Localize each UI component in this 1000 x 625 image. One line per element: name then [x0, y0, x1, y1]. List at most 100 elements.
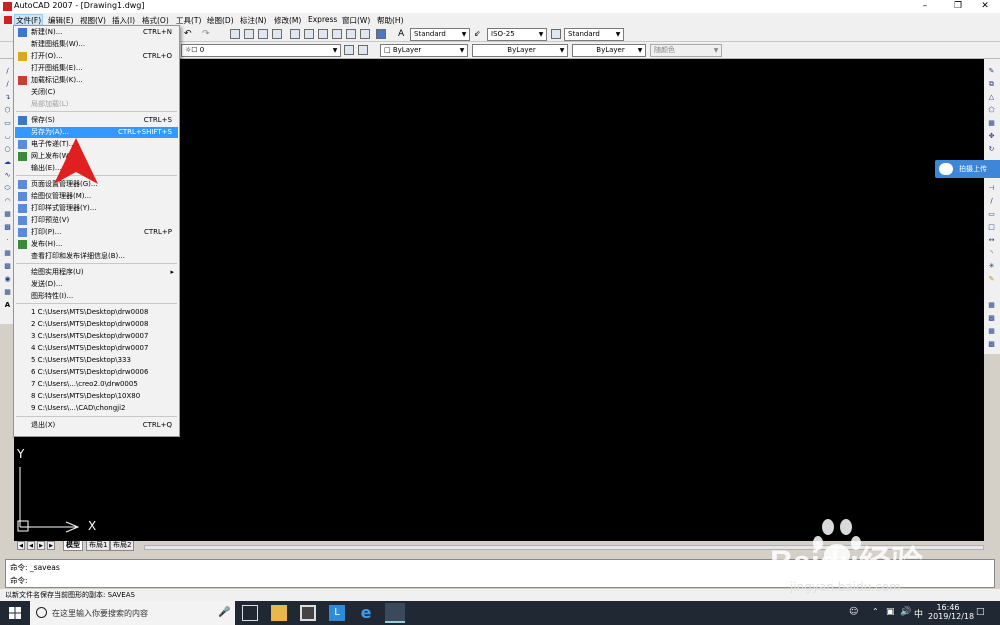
file-menu-item[interactable]: 加载标记集(K)... [15, 75, 178, 86]
file-menu-item[interactable]: 新建(N)... CTRL+N [15, 27, 178, 38]
hatch-icon[interactable]: ▦ [3, 249, 12, 258]
color-select[interactable]: □ ByLayer ▼ [380, 44, 468, 57]
linetype-select[interactable]: ByLayer ▼ [472, 44, 568, 57]
region-icon[interactable]: ◉ [3, 275, 12, 284]
file-menu-item[interactable]: 绘图实用程序(U) ▸ [15, 267, 178, 278]
app-l-icon[interactable]: L [329, 605, 345, 621]
tray-chevron-icon[interactable]: ⌃ [872, 607, 879, 616]
multiline-text-icon[interactable]: A [3, 301, 12, 310]
mirror-icon[interactable]: △ [987, 93, 996, 102]
move-icon[interactable]: ✥ [987, 132, 996, 141]
polyline-icon[interactable]: ↴ [3, 93, 12, 102]
menu-modify[interactable]: 修改(M) [274, 15, 301, 26]
ellipse-arc-icon[interactable]: ◠ [3, 197, 12, 206]
pan-icon[interactable] [230, 29, 240, 39]
file-menu-item[interactable]: 6 C:\Users\MTS\Desktop\drw0006 [15, 367, 178, 378]
file-menu-item[interactable]: 图形特性(I)... [15, 291, 178, 302]
ime-indicator[interactable]: 中 [914, 607, 923, 620]
file-menu-item[interactable]: 查看打印和发布详细信息(B)... [15, 251, 178, 262]
zoom-realtime-icon[interactable] [244, 29, 254, 39]
taskbar-search-box[interactable]: 在这里输入你要搜索的内容 🎤 [30, 601, 235, 625]
microphone-icon[interactable]: 🎤 [218, 607, 230, 618]
file-menu-item[interactable]: 2 C:\Users\MTS\Desktop\drw0008 [15, 319, 178, 330]
make-block-icon[interactable]: ▩ [3, 223, 12, 232]
task-view-icon[interactable] [242, 605, 258, 621]
last-tab-icon[interactable]: ▶ [47, 541, 55, 550]
upload-ad-button[interactable]: 拍摄上传 [935, 160, 1000, 178]
file-menu-item[interactable]: 8 C:\Users\MTS\Desktop\10X80 [15, 391, 178, 402]
file-menu-item[interactable]: 3 C:\Users\MTS\Desktop\drw0007 [15, 331, 178, 342]
file-menu-item[interactable]: 打印(P)... CTRL+P [15, 227, 178, 238]
redo-icon[interactable]: ↷ [202, 29, 212, 39]
file-menu-item[interactable]: 9 C:\Users\...\CAD\chongji2 [15, 403, 178, 414]
prev-tab-icon[interactable]: ◀ [27, 541, 35, 550]
menu-window[interactable]: 窗口(W) [342, 15, 370, 26]
rotate-icon[interactable]: ↻ [987, 145, 996, 154]
ellipse-icon[interactable]: ⬭ [3, 184, 12, 193]
file-explorer-icon[interactable] [271, 605, 287, 621]
file-menu-item[interactable]: 打印样式管理器(Y)... [15, 203, 178, 214]
tool-palettes-icon[interactable] [318, 29, 328, 39]
file-menu-item[interactable]: 5 C:\Users\MTS\Desktop\333 [15, 355, 178, 366]
close-button[interactable]: ✕ [970, 0, 1000, 13]
draw-order-icon[interactable]: ✎ [987, 275, 996, 284]
lineweight-select[interactable]: ByLayer ▼ [572, 44, 646, 57]
file-menu-item[interactable]: 7 C:\Users\...\creo2.0\drw0005 [15, 379, 178, 390]
file-menu-item[interactable]: 1 C:\Users\MTS\Desktop\drw0008 [15, 307, 178, 318]
first-tab-icon[interactable]: ◀ [17, 541, 25, 550]
markup-icon[interactable] [346, 29, 356, 39]
menu-help[interactable]: 帮助(H) [377, 15, 404, 26]
chamfer-icon[interactable]: ↔ [987, 236, 996, 245]
polygon-icon[interactable]: ⬡ [3, 106, 12, 115]
fillet-icon[interactable]: ◝ [987, 249, 996, 258]
menu-draw[interactable]: 绘图(D) [207, 15, 234, 26]
sheet-set-icon[interactable] [332, 29, 342, 39]
array-icon[interactable]: ▦ [987, 119, 996, 128]
file-menu-item[interactable]: 另存为(A)... CTRL+SHIFT+S [15, 127, 178, 138]
restore-button[interactable]: ❐ [943, 0, 973, 13]
point-icon[interactable]: · [3, 236, 12, 245]
layer-properties-icon[interactable]: ▦ [987, 301, 996, 310]
calculator-icon[interactable] [360, 29, 370, 39]
rectangle-icon[interactable]: ▭ [3, 119, 12, 128]
minimize-button[interactable]: – [910, 0, 940, 13]
layer-walk-icon[interactable]: ▩ [987, 340, 996, 349]
match-properties-icon[interactable]: ▩ [987, 314, 996, 323]
file-menu-item[interactable]: 打开图纸集(E)... [15, 63, 178, 74]
file-menu-item[interactable]: 绘图仪管理器(M)... [15, 191, 178, 202]
make-current-layer-icon[interactable] [344, 45, 354, 55]
clock[interactable]: 16:46 2019/12/18 [928, 603, 974, 621]
construction-line-icon[interactable]: ∕ [3, 80, 12, 89]
dim-style-select[interactable]: ISO-25 ▼ [487, 28, 547, 41]
file-menu-item[interactable]: 保存(S) CTRL+S [15, 115, 178, 126]
file-menu-item[interactable]: 发送(D)... [15, 279, 178, 290]
file-menu-item[interactable]: 关闭(C) [15, 87, 178, 98]
notifications-icon[interactable]: □ [976, 607, 985, 617]
file-menu-item[interactable]: 打印预览(V) [15, 215, 178, 226]
file-menu-item[interactable]: 打开(O)... CTRL+O [15, 51, 178, 62]
zoom-previous-icon[interactable] [272, 29, 282, 39]
menu-dimension[interactable]: 标注(N) [240, 15, 266, 26]
erase-icon[interactable]: ✎ [987, 67, 996, 76]
arc-icon[interactable]: ◡ [3, 132, 12, 141]
tab-layout2[interactable]: 布局2 [110, 541, 135, 551]
edge-icon[interactable]: e [358, 605, 374, 621]
people-icon[interactable]: ☺ [849, 607, 861, 619]
design-center-icon[interactable] [304, 29, 314, 39]
spline-icon[interactable]: ∿ [3, 171, 12, 180]
network-icon[interactable]: ▣ [886, 607, 895, 617]
volume-icon[interactable]: 🔊 [900, 607, 911, 617]
table-style-select[interactable]: Standard ▼ [564, 28, 624, 41]
properties-icon[interactable] [290, 29, 300, 39]
text-style-select[interactable]: Standard ▼ [410, 28, 470, 41]
revcloud-icon[interactable]: ☁ [3, 158, 12, 167]
file-menu-item[interactable]: 4 C:\Users\MTS\Desktop\drw0007 [15, 343, 178, 354]
undo-icon[interactable]: ↶ [184, 29, 194, 39]
circle-icon[interactable]: ○ [3, 145, 12, 154]
windows-start-icon[interactable] [9, 607, 21, 619]
autocad-task-icon[interactable] [385, 603, 405, 623]
help-icon[interactable] [376, 29, 386, 39]
store-icon[interactable] [300, 605, 316, 621]
zoom-window-icon[interactable] [258, 29, 268, 39]
layer-states-icon[interactable]: ▦ [987, 327, 996, 336]
